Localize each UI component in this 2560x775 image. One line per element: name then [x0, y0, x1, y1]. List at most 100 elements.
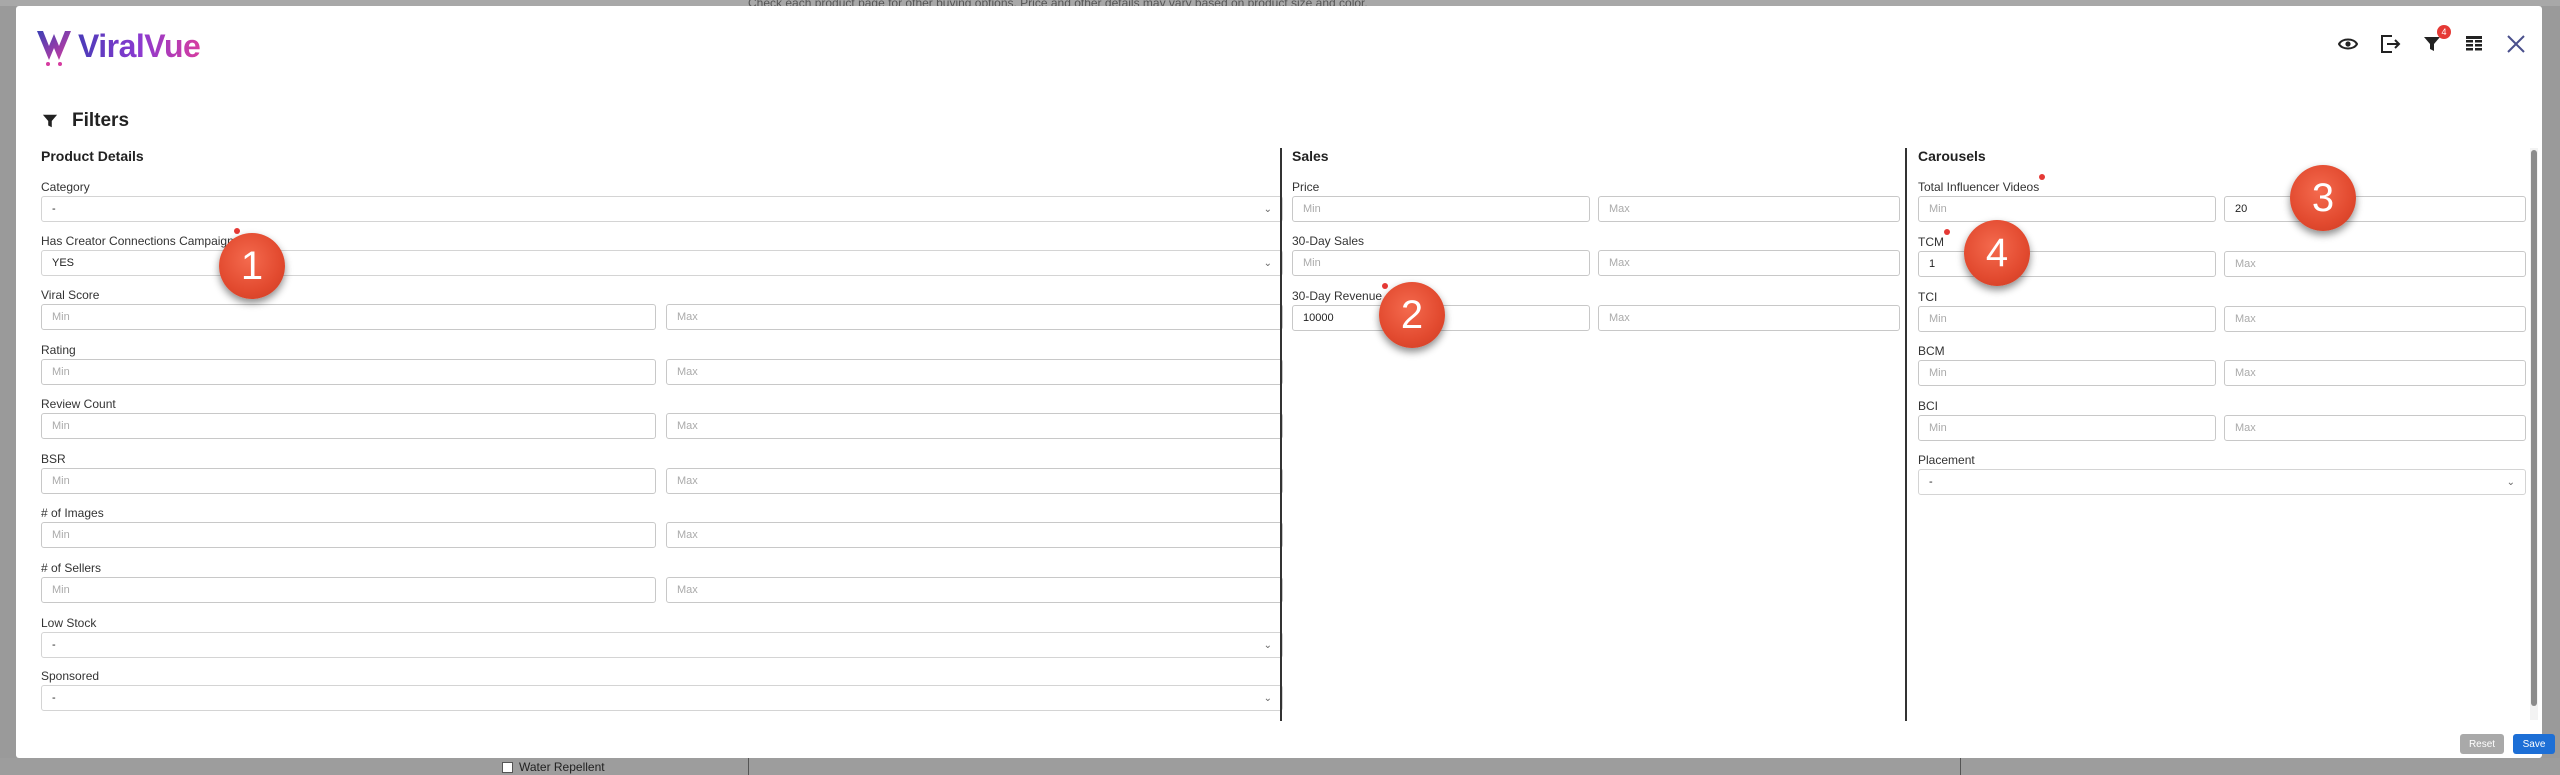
bcm-field: BCM Min Max: [1918, 342, 2526, 386]
rating-min-input[interactable]: Min: [41, 359, 656, 385]
callout-2: 2: [1379, 282, 1445, 348]
product-details-section: Product Details Category - ⌄ Has Creator…: [41, 148, 1283, 728]
callout-4: 4: [1964, 220, 2030, 286]
field-label: BSR: [41, 452, 66, 466]
checkbox-icon[interactable]: [502, 761, 513, 773]
sellers-min-input[interactable]: Min: [41, 577, 656, 603]
field-label: # of Images: [41, 506, 104, 520]
backdrop-divider: [1960, 758, 1961, 775]
checkbox-label: Water Repellent: [519, 760, 605, 774]
price-max-input[interactable]: Max: [1598, 196, 1900, 222]
export-icon[interactable]: [2378, 32, 2402, 56]
bci-field: BCI Min Max: [1918, 397, 2526, 441]
filter-icon: [42, 114, 58, 128]
modal-toolbar: 4: [2336, 25, 2528, 56]
field-label: Sponsored: [41, 669, 100, 683]
category-field: Category - ⌄: [41, 178, 1283, 222]
columns-icon[interactable]: [2462, 32, 2486, 56]
viral-score-max-input[interactable]: Max: [666, 304, 1283, 330]
tcm-min-input[interactable]: 1: [1918, 251, 2216, 277]
field-label: Review Count: [41, 397, 116, 411]
section-divider: [1280, 148, 1282, 721]
viral-score-min-input[interactable]: Min: [41, 304, 656, 330]
tcm-max-input[interactable]: Max: [2224, 251, 2526, 277]
field-label: 30-Day Revenue: [1292, 283, 1389, 303]
field-label: Rating: [41, 343, 76, 357]
active-filter-dot: [233, 228, 240, 234]
filter-icon[interactable]: 4: [2420, 25, 2451, 56]
bcm-min-input[interactable]: Min: [1918, 360, 2216, 386]
close-icon[interactable]: [2504, 32, 2528, 56]
chevron-down-icon: ⌄: [1263, 639, 1272, 651]
sponsored-field: Sponsored - ⌄: [41, 667, 1283, 711]
active-filter-dot: [2039, 174, 2046, 180]
chevron-down-icon: ⌄: [2506, 476, 2515, 488]
category-select[interactable]: - ⌄: [41, 196, 1283, 222]
field-label: Low Stock: [41, 616, 97, 630]
app-logo: ViralVue: [34, 24, 201, 68]
tci-min-input[interactable]: Min: [1918, 306, 2216, 332]
review-count-field: Review Count Min Max: [41, 395, 1283, 439]
chevron-down-icon: ⌄: [1263, 692, 1272, 704]
sales-30-max-input[interactable]: Max: [1598, 250, 1900, 276]
logo-mark-icon: [37, 31, 71, 66]
price-field: Price Min Max: [1292, 178, 1900, 222]
field-label: # of Sellers: [41, 561, 102, 575]
bsr-max-input[interactable]: Max: [666, 468, 1283, 494]
tci-max-input[interactable]: Max: [2224, 306, 2526, 332]
bsr-min-input[interactable]: Min: [41, 468, 656, 494]
field-label: TCM: [1918, 229, 1950, 249]
field-label: Placement: [1918, 453, 1975, 467]
callout-1: 1: [219, 233, 285, 299]
influencer-videos-field: Total Influencer Videos Min 20: [1918, 174, 2526, 222]
sales-section: Sales Price Min Max 30-Day Sales Min Max…: [1292, 148, 1900, 728]
bci-max-input[interactable]: Max: [2224, 415, 2526, 441]
filters-modal: ViralVue 4 Filters Product Details Categ…: [16, 6, 2555, 758]
scrollbar[interactable]: [2530, 148, 2538, 720]
field-label: Category: [41, 180, 90, 194]
backdrop-checkbox[interactable]: Water Repellent: [502, 760, 605, 774]
review-count-max-input[interactable]: Max: [666, 413, 1283, 439]
section-heading: Sales: [1292, 148, 1329, 164]
section-heading: Carousels: [1918, 148, 1986, 164]
active-filter-dot: [1382, 283, 1389, 289]
bsr-field: BSR Min Max: [41, 450, 1283, 494]
reset-button[interactable]: Reset: [2460, 734, 2504, 754]
placement-select[interactable]: - ⌄: [1918, 469, 2526, 495]
placement-field: Placement - ⌄: [1918, 451, 2526, 495]
field-label: Has Creator Connections Campaign: [41, 228, 240, 248]
chevron-down-icon: ⌄: [1263, 203, 1272, 215]
rating-max-input[interactable]: Max: [666, 359, 1283, 385]
price-min-input[interactable]: Min: [1292, 196, 1590, 222]
app-name: ViralVue: [78, 27, 201, 64]
callout-3: 3: [2290, 165, 2356, 231]
scrollbar-thumb[interactable]: [2531, 150, 2537, 706]
save-button[interactable]: Save: [2513, 734, 2555, 754]
field-label: Viral Score: [41, 288, 100, 302]
eye-icon[interactable]: [2336, 32, 2360, 56]
select-value: -: [52, 639, 56, 651]
bcm-max-input[interactable]: Max: [2224, 360, 2526, 386]
revenue-30-max-input[interactable]: Max: [1598, 305, 1900, 331]
review-count-min-input[interactable]: Min: [41, 413, 656, 439]
influencer-videos-max-input[interactable]: 20: [2224, 196, 2526, 222]
low-stock-select[interactable]: - ⌄: [41, 632, 1283, 658]
field-label: BCI: [1918, 399, 1939, 413]
sponsored-select[interactable]: - ⌄: [41, 685, 1283, 711]
sellers-field: # of Sellers Min Max: [41, 559, 1283, 603]
sellers-max-input[interactable]: Max: [666, 577, 1283, 603]
field-label: TCI: [1918, 290, 1938, 304]
sales-30-min-input[interactable]: Min: [1292, 250, 1590, 276]
images-max-input[interactable]: Max: [666, 522, 1283, 548]
field-label: BCM: [1918, 344, 1945, 358]
influencer-videos-min-input[interactable]: Min: [1918, 196, 2216, 222]
images-min-input[interactable]: Min: [41, 522, 656, 548]
field-label: Price: [1292, 180, 1320, 194]
tci-field: TCI Min Max: [1918, 288, 2526, 332]
select-value: YES: [52, 257, 75, 269]
bci-min-input[interactable]: Min: [1918, 415, 2216, 441]
filters-header: Filters: [42, 110, 129, 132]
select-value: -: [52, 692, 56, 704]
field-label: Total Influencer Videos: [1918, 174, 2046, 194]
low-stock-field: Low Stock - ⌄: [41, 614, 1283, 658]
